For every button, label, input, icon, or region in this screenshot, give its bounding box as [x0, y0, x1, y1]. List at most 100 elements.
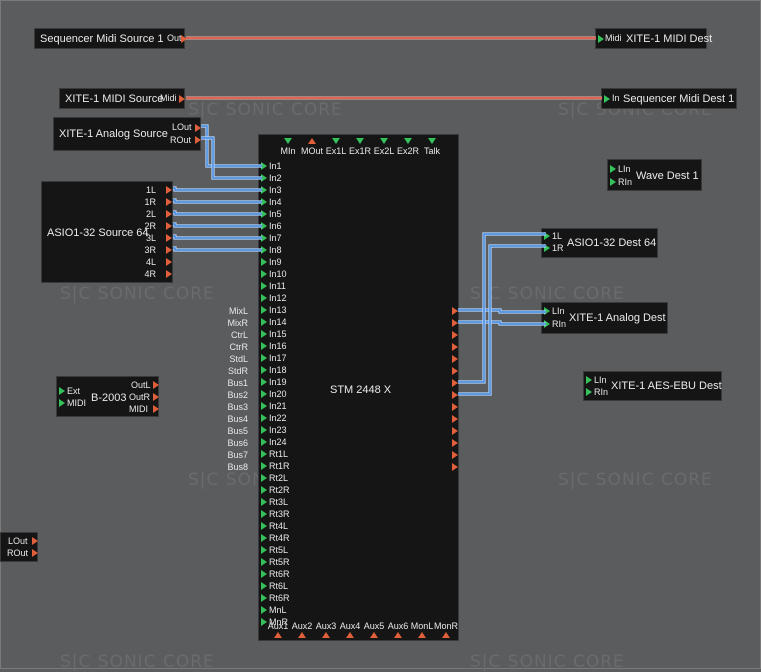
- input-port-icon[interactable]: [261, 534, 267, 542]
- input-port-icon[interactable]: [610, 165, 616, 173]
- bottom-port-icon[interactable]: [346, 632, 354, 638]
- input-port-icon[interactable]: [261, 558, 267, 566]
- sequencer-midi-source-module[interactable]: Sequencer Midi Source 1 Out: [34, 28, 187, 49]
- asio-dest-module[interactable]: 1L 1R ASIO1-32 Dest 64: [541, 228, 658, 258]
- bottom-port-icon[interactable]: [322, 632, 330, 638]
- top-port-icon[interactable]: [428, 138, 436, 144]
- output-port-icon[interactable]: [452, 319, 458, 327]
- output-port-icon[interactable]: [452, 451, 458, 459]
- input-port-icon[interactable]: [261, 450, 267, 458]
- wave-dest-module[interactable]: LIn RIn Wave Dest 1: [607, 159, 702, 191]
- output-port-icon[interactable]: [452, 355, 458, 363]
- output-port-icon[interactable]: [452, 307, 458, 315]
- input-port-icon[interactable]: [586, 388, 592, 396]
- output-port-icon[interactable]: [166, 222, 172, 230]
- output-port-icon[interactable]: [32, 549, 38, 557]
- input-port-icon[interactable]: [261, 234, 267, 242]
- input-port-icon[interactable]: [261, 306, 267, 314]
- output-port-icon[interactable]: [166, 234, 172, 242]
- input-port-icon[interactable]: [261, 522, 267, 530]
- input-port-icon[interactable]: [604, 95, 610, 103]
- input-port-icon[interactable]: [261, 546, 267, 554]
- output-port-icon[interactable]: [153, 393, 159, 401]
- input-port-icon[interactable]: [261, 198, 267, 206]
- bottom-port-icon[interactable]: [370, 632, 378, 638]
- input-port-icon[interactable]: [261, 486, 267, 494]
- input-port-icon[interactable]: [261, 330, 267, 338]
- input-port-icon[interactable]: [261, 162, 267, 170]
- output-port-icon[interactable]: [452, 367, 458, 375]
- input-port-icon[interactable]: [261, 594, 267, 602]
- input-port-icon[interactable]: [261, 378, 267, 386]
- top-port-icon[interactable]: [284, 138, 292, 144]
- output-port-icon[interactable]: [166, 186, 172, 194]
- input-port-icon[interactable]: [261, 402, 267, 410]
- stm-2448x-module[interactable]: STM 2448 X MIn MOut Ex1L Ex1R Ex2L Ex2R Talk I…: [227, 134, 459, 641]
- input-port-icon[interactable]: [261, 390, 267, 398]
- input-port-icon[interactable]: [261, 210, 267, 218]
- output-port-icon[interactable]: [452, 391, 458, 399]
- output-port-icon[interactable]: [166, 210, 172, 218]
- bottom-port-icon[interactable]: [274, 632, 282, 638]
- bottom-port-icon[interactable]: [298, 632, 306, 638]
- output-port-icon[interactable]: [452, 379, 458, 387]
- top-port-icon[interactable]: [356, 138, 364, 144]
- input-port-icon[interactable]: [261, 606, 267, 614]
- input-port-icon[interactable]: [261, 414, 267, 422]
- output-port-icon[interactable]: [452, 439, 458, 447]
- input-port-icon[interactable]: [59, 399, 65, 407]
- input-port-icon[interactable]: [261, 354, 267, 362]
- xite-midi-dest-module[interactable]: Midi XITE-1 MIDI Dest: [595, 28, 712, 49]
- input-port-icon[interactable]: [261, 366, 267, 374]
- xite-analog-source-module[interactable]: XITE-1 Analog Source LOut ROut: [53, 117, 201, 151]
- output-port-icon[interactable]: [166, 246, 172, 254]
- input-port-icon[interactable]: [261, 438, 267, 446]
- input-port-icon[interactable]: [261, 258, 267, 266]
- input-port-icon[interactable]: [261, 270, 267, 278]
- output-port-icon[interactable]: [153, 405, 159, 413]
- output-port-icon[interactable]: [166, 198, 172, 206]
- input-port-icon[interactable]: [261, 510, 267, 518]
- xite-midi-source-module[interactable]: XITE-1 MIDI Source Midi: [59, 88, 185, 109]
- bottom-port-icon[interactable]: [418, 632, 426, 638]
- input-port-icon[interactable]: [261, 498, 267, 506]
- input-port-icon[interactable]: [261, 318, 267, 326]
- input-port-icon[interactable]: [261, 294, 267, 302]
- input-port-icon[interactable]: [261, 462, 267, 470]
- output-port-icon[interactable]: [195, 124, 201, 132]
- input-port-icon[interactable]: [261, 570, 267, 578]
- input-port-icon[interactable]: [261, 174, 267, 182]
- output-port-icon[interactable]: [452, 343, 458, 351]
- bottom-port-icon[interactable]: [394, 632, 402, 638]
- input-port-icon[interactable]: [544, 244, 550, 252]
- input-port-icon[interactable]: [261, 582, 267, 590]
- output-port-icon[interactable]: [166, 258, 172, 266]
- canvas[interactable]: S|C SONIC CORE S|C SONIC CORE S|C SONIC …: [0, 0, 761, 672]
- input-port-icon[interactable]: [261, 186, 267, 194]
- output-port-icon[interactable]: [452, 403, 458, 411]
- output-port-icon[interactable]: [181, 35, 187, 43]
- input-port-icon[interactable]: [586, 376, 592, 384]
- asio-source-module[interactable]: ASIO1-32 Source 64 1L 1R 2L 2R 3L 3R 4L 4R: [41, 181, 173, 283]
- output-port-icon[interactable]: [452, 331, 458, 339]
- output-port-icon[interactable]: [195, 136, 201, 144]
- input-port-icon[interactable]: [598, 35, 604, 43]
- input-port-icon[interactable]: [261, 342, 267, 350]
- output-port-icon[interactable]: [452, 427, 458, 435]
- output-port-icon[interactable]: [452, 463, 458, 471]
- top-port-icon[interactable]: [308, 138, 316, 144]
- input-port-icon[interactable]: [610, 178, 616, 186]
- input-port-icon[interactable]: [59, 387, 65, 395]
- output-port-icon[interactable]: [153, 381, 159, 389]
- input-port-icon[interactable]: [261, 246, 267, 254]
- output-port-icon[interactable]: [179, 95, 185, 103]
- sequencer-midi-dest-module[interactable]: In Sequencer Midi Dest 1: [601, 88, 737, 109]
- top-port-icon[interactable]: [380, 138, 388, 144]
- xite-aes-ebu-dest-module[interactable]: LIn RIn XITE-1 AES-EBU Dest: [583, 371, 722, 401]
- input-port-icon[interactable]: [261, 282, 267, 290]
- input-port-icon[interactable]: [544, 320, 550, 328]
- xite-analog-dest-module[interactable]: LIn RIn XITE-1 Analog Dest: [541, 302, 668, 334]
- input-port-icon[interactable]: [544, 307, 550, 315]
- output-port-icon[interactable]: [32, 537, 38, 545]
- input-port-icon[interactable]: [261, 426, 267, 434]
